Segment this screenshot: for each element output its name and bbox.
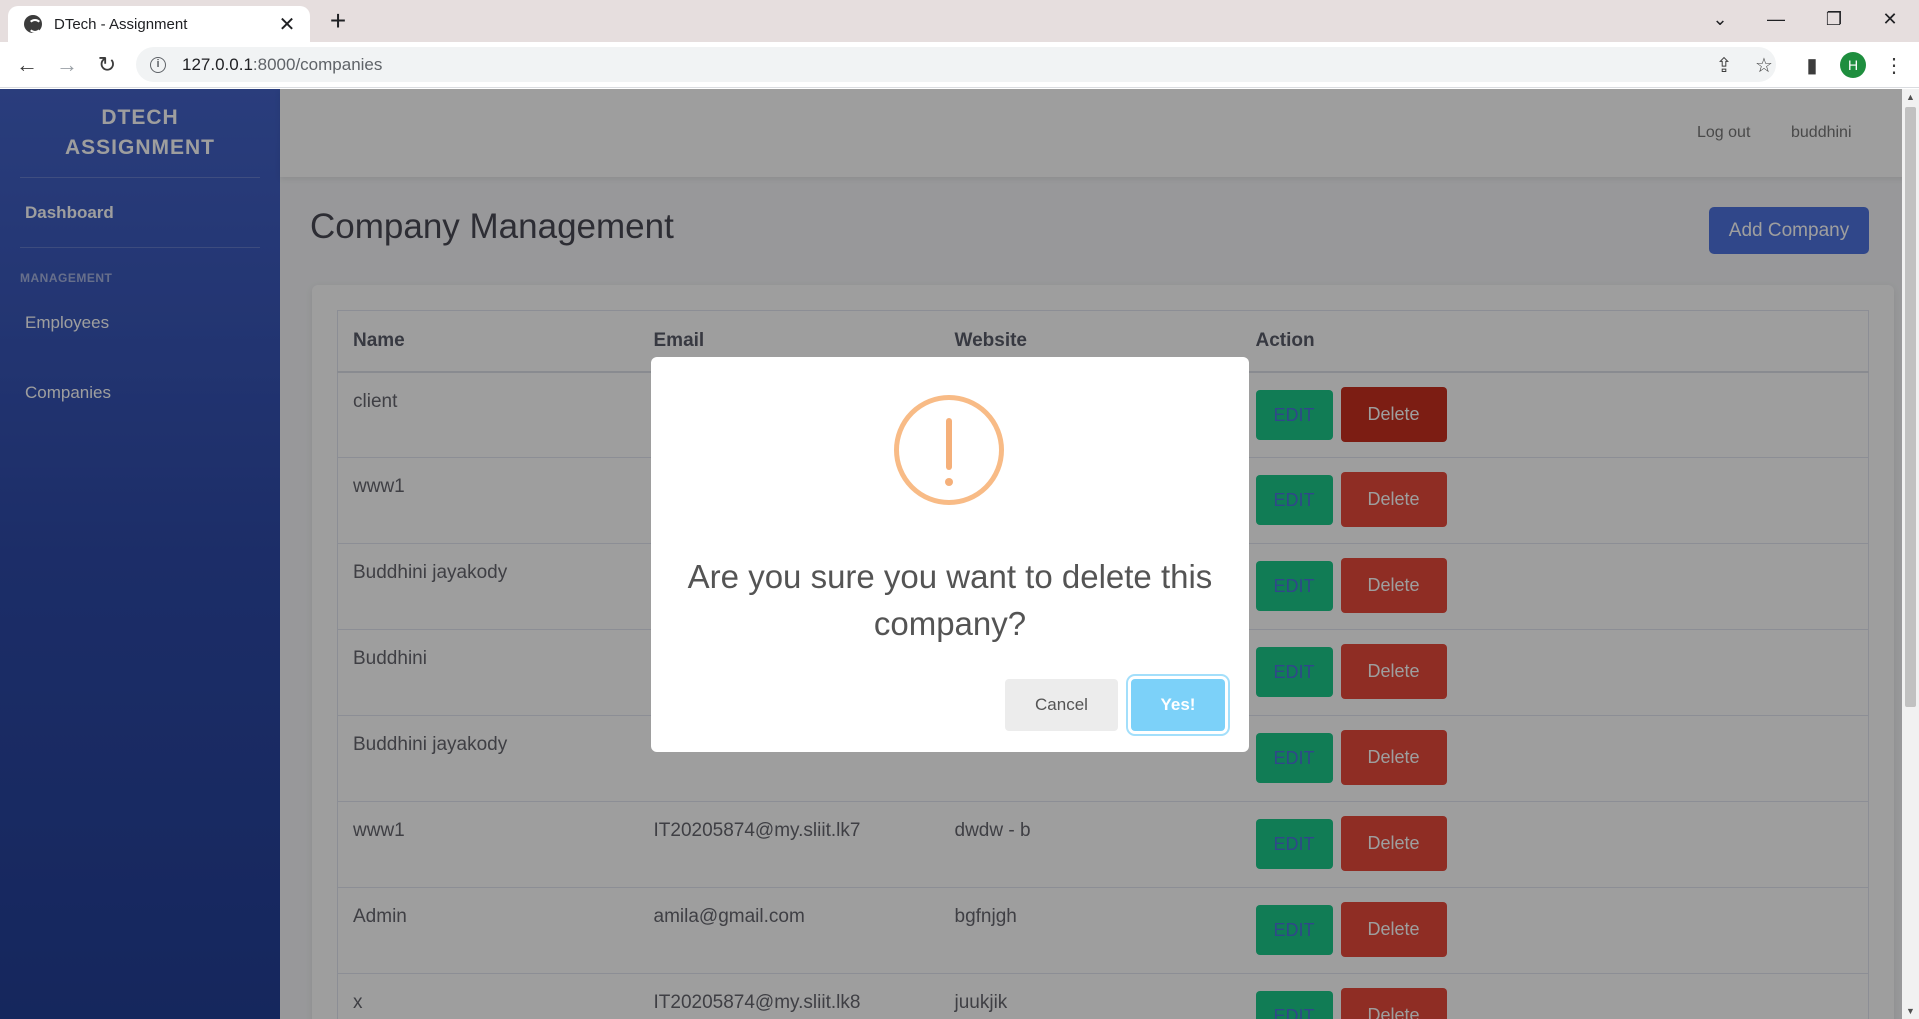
minimize-button[interactable]: — bbox=[1748, 0, 1804, 38]
reload-icon[interactable]: ↻ bbox=[92, 50, 122, 80]
scroll-down-icon[interactable]: ▼ bbox=[1902, 1006, 1919, 1016]
side-panel-icon[interactable]: ▮ bbox=[1798, 52, 1826, 80]
profile-avatar[interactable]: H bbox=[1840, 52, 1866, 78]
dialog-message: Are you sure you want to delete this com… bbox=[687, 558, 1213, 642]
page-content: DTECH ASSIGNMENT Dashboard MANAGEMENT Em… bbox=[0, 89, 1919, 1019]
close-window-button[interactable]: ✕ bbox=[1862, 0, 1918, 38]
tab-search-icon[interactable]: ⌄ bbox=[1692, 0, 1748, 38]
browser-menu-icon[interactable]: ⋮ bbox=[1880, 52, 1908, 80]
tab-close-icon[interactable]: ✕ bbox=[276, 12, 298, 37]
new-tab-button[interactable]: + bbox=[322, 6, 354, 38]
page-scrollbar[interactable]: ▲ ▼ bbox=[1902, 89, 1919, 1019]
browser-tab-bar: DTech - Assignment ✕ + ⌄ — ❐ ✕ bbox=[0, 0, 1919, 42]
cancel-button[interactable]: Cancel bbox=[1005, 679, 1118, 731]
globe-icon bbox=[24, 15, 42, 33]
tab-title: DTech - Assignment bbox=[54, 15, 188, 33]
bookmark-star-icon[interactable]: ☆ bbox=[1750, 52, 1778, 80]
browser-tab[interactable]: DTech - Assignment ✕ bbox=[8, 6, 310, 42]
address-bar[interactable]: i 127.0.0.1:8000/companies bbox=[136, 47, 1776, 82]
scroll-up-icon[interactable]: ▲ bbox=[1902, 92, 1919, 102]
back-icon[interactable]: ← bbox=[12, 50, 42, 80]
restore-button[interactable]: ❐ bbox=[1806, 0, 1862, 38]
confirm-yes-button[interactable]: Yes! bbox=[1131, 679, 1225, 731]
confirm-delete-dialog: Are you sure you want to delete this com… bbox=[651, 357, 1249, 752]
browser-toolbar: ← → ↻ i 127.0.0.1:8000/companies ⇪ ☆ ▮ ⋮ bbox=[0, 42, 1919, 88]
url-text: 127.0.0.1:8000/companies bbox=[182, 54, 383, 74]
share-icon[interactable]: ⇪ bbox=[1710, 52, 1738, 80]
scrollbar-thumb[interactable] bbox=[1905, 107, 1916, 707]
site-info-icon[interactable]: i bbox=[150, 56, 166, 73]
forward-icon[interactable]: → bbox=[52, 50, 82, 80]
warning-icon bbox=[894, 395, 1004, 505]
